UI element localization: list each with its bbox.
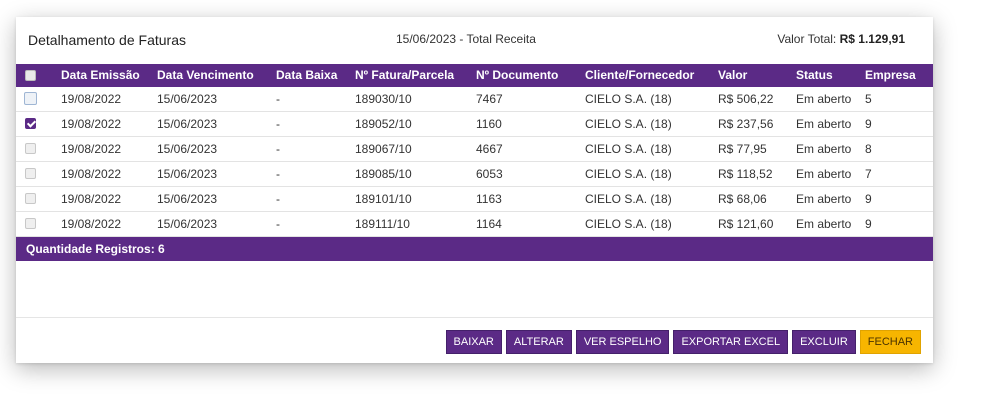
cell-cliente-fornecedor: CIELO S.A. (18): [585, 192, 672, 206]
cell-data-baixa: -: [276, 167, 280, 181]
cell-fatura-parcela: 189085/10: [355, 167, 412, 181]
cell-valor: R$ 506,22: [718, 92, 774, 106]
table-body: 19/08/2022 15/06/2023 - 189030/10 7467 C…: [16, 87, 933, 237]
cell-empresa: 9: [865, 117, 872, 131]
cell-status: Em aberto: [796, 217, 852, 231]
record-count-bar: Quantidade Registros: 6: [16, 237, 933, 261]
cell-valor: R$ 68,06: [718, 192, 767, 206]
table-row[interactable]: 19/08/2022 15/06/2023 - 189111/10 1164 C…: [16, 212, 933, 237]
column-header-fatura-parcela[interactable]: Nº Fatura/Parcela: [355, 64, 454, 87]
cell-valor: R$ 118,52: [718, 167, 773, 181]
excluir-button[interactable]: EXCLUIR: [792, 330, 856, 354]
total-label: Valor Total:: [777, 32, 837, 46]
cell-data-baixa: -: [276, 117, 280, 131]
cell-valor: R$ 237,56: [718, 117, 774, 131]
total-value-display: Valor Total: R$ 1.129,91: [777, 32, 905, 46]
cell-status: Em aberto: [796, 167, 852, 181]
cell-fatura-parcela: 189030/10: [355, 92, 412, 106]
cell-status: Em aberto: [796, 192, 852, 206]
cell-status: Em aberto: [796, 117, 852, 131]
row-checkbox[interactable]: [25, 168, 36, 179]
cell-data-baixa: -: [276, 92, 280, 106]
row-checkbox[interactable]: [25, 143, 36, 154]
cell-cliente-fornecedor: CIELO S.A. (18): [585, 217, 672, 231]
cell-empresa: 7: [865, 167, 872, 181]
cell-empresa: 9: [865, 192, 872, 206]
cell-cliente-fornecedor: CIELO S.A. (18): [585, 167, 672, 181]
cell-data-emissao: 19/08/2022: [61, 142, 122, 156]
cell-data-vencimento: 15/06/2023: [157, 217, 218, 231]
alterar-button[interactable]: ALTERAR: [505, 330, 572, 354]
cell-fatura-parcela: 189101/10: [355, 192, 412, 206]
cell-status: Em aberto: [796, 92, 852, 106]
cell-data-vencimento: 15/06/2023: [157, 92, 218, 106]
select-all-checkbox[interactable]: [25, 70, 36, 81]
column-header-status[interactable]: Status: [796, 64, 833, 87]
column-header-empresa[interactable]: Empresa: [865, 64, 916, 87]
cell-status: Em aberto: [796, 142, 852, 156]
cell-data-emissao: 19/08/2022: [61, 192, 122, 206]
table-row[interactable]: 19/08/2022 15/06/2023 - 189052/10 1160 C…: [16, 112, 933, 137]
table-row[interactable]: 19/08/2022 15/06/2023 - 189101/10 1163 C…: [16, 187, 933, 212]
cell-data-emissao: 19/08/2022: [61, 217, 122, 231]
cell-data-emissao: 19/08/2022: [61, 92, 122, 106]
row-checkbox[interactable]: [25, 193, 36, 204]
cell-cliente-fornecedor: CIELO S.A. (18): [585, 142, 672, 156]
cell-data-baixa: -: [276, 142, 280, 156]
cell-data-emissao: 19/08/2022: [61, 167, 122, 181]
cell-documento: 6053: [476, 167, 503, 181]
dialog-header: Detalhamento de Faturas 15/06/2023 - Tot…: [16, 17, 933, 63]
column-header-cliente-fornecedor[interactable]: Cliente/Fornecedor: [585, 64, 694, 87]
column-header-valor[interactable]: Valor: [718, 64, 747, 87]
cell-documento: 7467: [476, 92, 503, 106]
column-header-data-vencimento[interactable]: Data Vencimento: [157, 64, 254, 87]
cell-empresa: 8: [865, 142, 872, 156]
table-row[interactable]: 19/08/2022 15/06/2023 - 189085/10 6053 C…: [16, 162, 933, 187]
total-value: R$ 1.129,91: [839, 32, 905, 46]
cell-fatura-parcela: 189111/10: [355, 217, 410, 231]
divider: [16, 317, 933, 318]
exportar-excel-button[interactable]: EXPORTAR EXCEL: [673, 330, 789, 354]
cell-data-baixa: -: [276, 192, 280, 206]
cell-data-vencimento: 15/06/2023: [157, 167, 218, 181]
cell-documento: 1160: [476, 117, 502, 131]
row-checkbox[interactable]: [25, 218, 36, 229]
dialog-subtitle: 15/06/2023 - Total Receita: [396, 32, 536, 46]
cell-empresa: 9: [865, 217, 872, 231]
cell-fatura-parcela: 189052/10: [355, 117, 412, 131]
column-header-data-baixa[interactable]: Data Baixa: [276, 64, 337, 87]
table-header: Data Emissão Data Vencimento Data Baixa …: [16, 64, 933, 87]
cell-empresa: 5: [865, 92, 872, 106]
cell-documento: 1164: [476, 217, 502, 231]
row-checkbox[interactable]: [25, 118, 36, 129]
record-count-label: Quantidade Registros: 6: [26, 242, 165, 256]
cell-fatura-parcela: 189067/10: [355, 142, 412, 156]
dialog-title: Detalhamento de Faturas: [28, 32, 186, 48]
cell-cliente-fornecedor: CIELO S.A. (18): [585, 117, 672, 131]
cell-documento: 4667: [476, 142, 503, 156]
column-header-documento[interactable]: Nº Documento: [476, 64, 558, 87]
baixar-button[interactable]: BAIXAR: [445, 330, 502, 354]
cell-data-vencimento: 15/06/2023: [157, 192, 218, 206]
cell-data-baixa: -: [276, 217, 280, 231]
column-header-data-emissao[interactable]: Data Emissão: [61, 64, 140, 87]
cell-data-vencimento: 15/06/2023: [157, 117, 218, 131]
row-checkbox[interactable]: [24, 92, 37, 105]
table-row[interactable]: 19/08/2022 15/06/2023 - 189067/10 4667 C…: [16, 137, 933, 162]
cell-valor: R$ 77,95: [718, 142, 767, 156]
table-row[interactable]: 19/08/2022 15/06/2023 - 189030/10 7467 C…: [16, 87, 933, 112]
invoice-detail-dialog: Detalhamento de Faturas 15/06/2023 - Tot…: [16, 17, 933, 363]
action-buttons: BAIXAR ALTERAR VER ESPELHO EXPORTAR EXCE…: [445, 330, 921, 354]
ver-espelho-button[interactable]: VER ESPELHO: [575, 330, 670, 354]
cell-data-emissao: 19/08/2022: [61, 117, 122, 131]
fechar-button[interactable]: FECHAR: [859, 330, 921, 354]
cell-cliente-fornecedor: CIELO S.A. (18): [585, 92, 672, 106]
cell-valor: R$ 121,60: [718, 217, 774, 231]
cell-data-vencimento: 15/06/2023: [157, 142, 218, 156]
cell-documento: 1163: [476, 192, 502, 206]
